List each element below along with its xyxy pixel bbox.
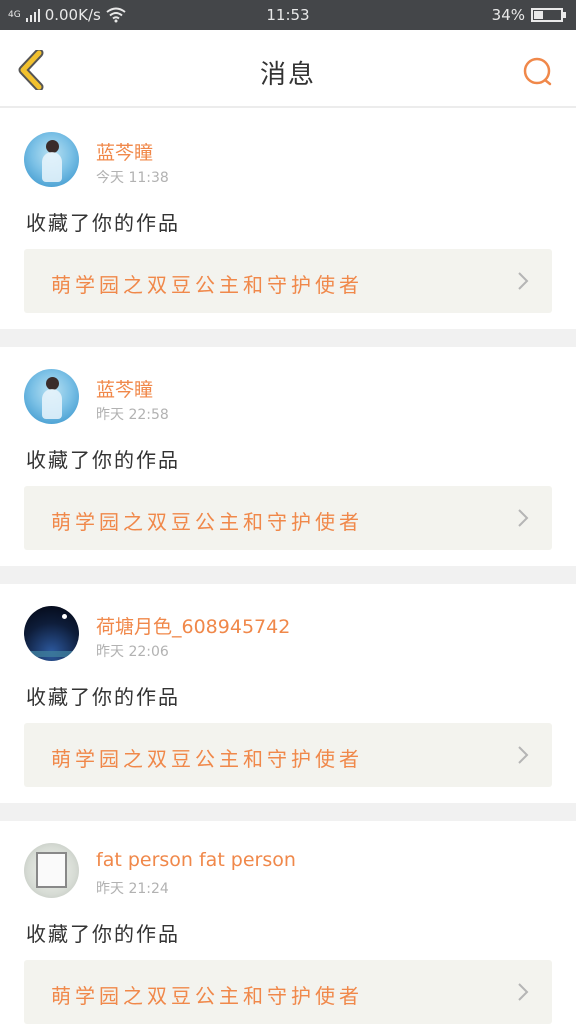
timestamp: 今天 11:38 [96, 170, 169, 186]
action-text: 收藏了你的作品 [26, 448, 180, 472]
timestamp: 昨天 22:58 [96, 407, 169, 423]
action-text: 收藏了你的作品 [26, 685, 180, 709]
work-link[interactable]: 萌学园之双豆公主和守护使者 [24, 960, 552, 1024]
message-card: fat person fat person 昨天 21:24 收藏了你的作品 萌… [0, 821, 576, 1024]
username[interactable]: 荷塘月色_608945742 [96, 612, 290, 639]
divider [0, 803, 576, 821]
username[interactable]: fat person fat person [96, 849, 296, 871]
chevron-right-icon [518, 509, 529, 527]
chevron-right-icon [518, 983, 529, 1001]
battery-percent: 34% [491, 6, 525, 24]
message-card: 蓝芩瞳 今天 11:38 收藏了你的作品 萌学园之双豆公主和守护使者 [0, 110, 576, 329]
page-title: 消息 [259, 60, 316, 90]
chevron-right-icon [518, 746, 529, 764]
divider [0, 329, 576, 347]
username[interactable]: 蓝芩瞳 [96, 138, 153, 165]
message-card: 荷塘月色_608945742 昨天 22:06 收藏了你的作品 萌学园之双豆公主… [0, 584, 576, 803]
action-text: 收藏了你的作品 [26, 211, 180, 235]
status-time: 11:53 [266, 6, 310, 24]
app-header: 消息 [0, 30, 576, 108]
message-card: 蓝芩瞳 昨天 22:58 收藏了你的作品 萌学园之双豆公主和守护使者 [0, 347, 576, 566]
work-link[interactable]: 萌学园之双豆公主和守护使者 [24, 249, 552, 313]
work-link[interactable]: 萌学园之双豆公主和守护使者 [24, 486, 552, 550]
avatar[interactable] [24, 606, 79, 661]
avatar[interactable] [24, 132, 79, 187]
status-bar: 4G 0.00K/s 11:53 34% [0, 0, 576, 30]
timestamp: 昨天 22:06 [96, 644, 169, 660]
work-title: 萌学园之双豆公主和守护使者 [51, 747, 363, 771]
search-button[interactable] [518, 52, 558, 92]
work-link[interactable]: 萌学园之双豆公主和守护使者 [24, 723, 552, 787]
avatar[interactable] [24, 843, 79, 898]
work-title: 萌学园之双豆公主和守护使者 [51, 510, 363, 534]
username[interactable]: 蓝芩瞳 [96, 375, 153, 402]
search-icon [523, 57, 552, 86]
avatar[interactable] [24, 369, 79, 424]
timestamp: 昨天 21:24 [96, 881, 169, 897]
divider [0, 566, 576, 584]
work-title: 萌学园之双豆公主和守护使者 [51, 984, 363, 1008]
battery-icon [531, 8, 563, 22]
action-text: 收藏了你的作品 [26, 922, 180, 946]
message-list: 蓝芩瞳 今天 11:38 收藏了你的作品 萌学园之双豆公主和守护使者 蓝芩瞳 昨… [0, 110, 576, 1024]
chevron-right-icon [518, 272, 529, 290]
work-title: 萌学园之双豆公主和守护使者 [51, 273, 363, 297]
